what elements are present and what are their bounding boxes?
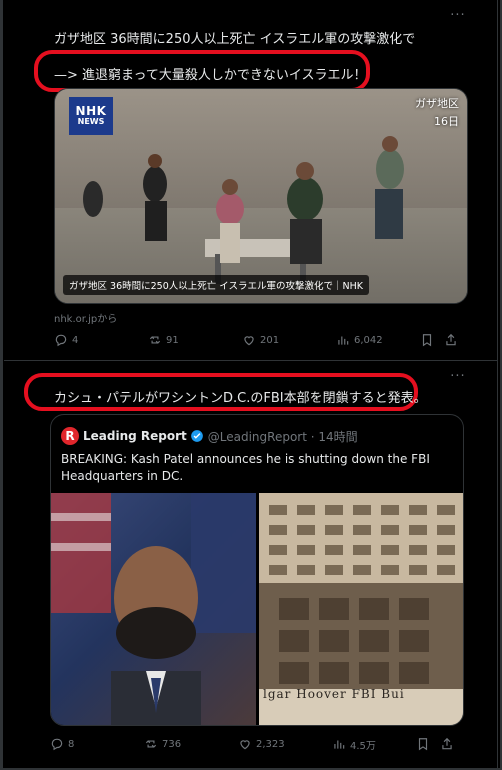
video-location-label: ガザ地区 16日	[415, 95, 459, 131]
reply-icon	[51, 738, 63, 751]
reply-icon	[55, 334, 67, 347]
quoted-author-handle: @LeadingReport · 14時間	[207, 429, 358, 444]
views-button[interactable]: 4.5万	[332, 737, 416, 752]
column-border-left	[2, 0, 3, 770]
reply-count: 8	[68, 738, 75, 750]
like-button[interactable]: 2,323	[238, 737, 332, 751]
like-count: 2,323	[256, 738, 285, 750]
views-button[interactable]: 6,042	[336, 333, 420, 347]
leading-report-avatar[interactable]: R	[61, 427, 79, 445]
nhk-news-logo: NHK NEWS	[69, 97, 113, 135]
repost-icon	[149, 336, 161, 344]
like-button[interactable]: 201	[242, 333, 336, 347]
location-date: 16日	[434, 115, 459, 128]
share-button[interactable]	[440, 737, 460, 751]
like-count: 201	[260, 334, 280, 346]
reply-button[interactable]: 4	[54, 333, 148, 347]
crowd-stretcher-illustration	[83, 136, 404, 284]
link-source[interactable]: nhk.or.jpから	[54, 310, 117, 325]
fbi-building-photo[interactable]: lgar Hoover FBI Bui	[259, 493, 463, 725]
video-thumbnail[interactable]: NHK NEWS ガザ地区 16日 ガザ地区 36時間に250人以上死亡 イスラ…	[54, 88, 468, 304]
more-options-button[interactable]: ···	[448, 370, 468, 383]
reply-count: 4	[72, 334, 79, 346]
nhk-logo-top: NHK	[75, 104, 107, 118]
heart-icon	[244, 336, 254, 346]
bookmark-button[interactable]	[420, 333, 444, 347]
post-text-comment: カシュ・パテルがワシントンD.C.のFBI本部を閉鎖すると発表。	[54, 391, 427, 406]
location-name: ガザ地区	[415, 97, 459, 110]
quoted-post-header: R Leading Report @LeadingReport · 14時間	[61, 427, 358, 445]
view-count: 4.5万	[350, 740, 376, 752]
bookmark-icon	[422, 334, 432, 347]
repost-button[interactable]: 91	[148, 333, 242, 347]
nhk-logo-bottom: NEWS	[77, 117, 105, 126]
repost-icon	[145, 740, 157, 748]
kash-patel-photo[interactable]	[51, 493, 256, 725]
post-text-comment: —> 進退窮まって大量殺人しかできないイスラエル！	[54, 68, 367, 83]
share-icon	[446, 333, 456, 346]
post-action-bar: 4 91 201 6,042	[54, 332, 468, 348]
bookmark-icon	[418, 738, 428, 751]
quoted-author-name[interactable]: Leading Report	[83, 429, 187, 443]
quoted-post[interactable]: R Leading Report @LeadingReport · 14時間 B…	[50, 414, 464, 726]
view-count: 6,042	[354, 334, 383, 346]
share-button[interactable]	[444, 333, 464, 347]
more-options-button[interactable]: ···	[448, 9, 468, 22]
repost-count: 91	[166, 334, 179, 346]
share-icon	[442, 737, 452, 750]
reply-button[interactable]: 8	[50, 737, 144, 751]
post-text-headline: ガザ地区 36時間に250人以上死亡 イスラエル軍の攻撃激化で	[54, 32, 416, 47]
verified-badge-icon	[190, 430, 203, 442]
portrait-illustration	[51, 493, 256, 725]
building-sign-text: lgar Hoover FBI Bui	[263, 687, 405, 701]
repost-count: 736	[162, 738, 182, 750]
bookmark-button[interactable]	[416, 737, 440, 751]
bar-chart-icon	[338, 336, 349, 345]
post-nhk-gaza[interactable]: ··· ガザ地区 36時間に250人以上死亡 イスラエル軍の攻撃激化で —> 進…	[4, 0, 498, 356]
repost-button[interactable]: 736	[144, 737, 238, 751]
heart-icon	[240, 740, 250, 750]
video-caption: ガザ地区 36時間に250人以上死亡 イスラエル軍の攻撃激化で｜NHK	[63, 275, 369, 295]
quoted-post-text: BREAKING: Kash Patel announces he is shu…	[61, 452, 430, 483]
post-action-bar-2: 8 736 2,323 4.5万	[50, 736, 472, 752]
bar-chart-icon	[334, 740, 345, 749]
